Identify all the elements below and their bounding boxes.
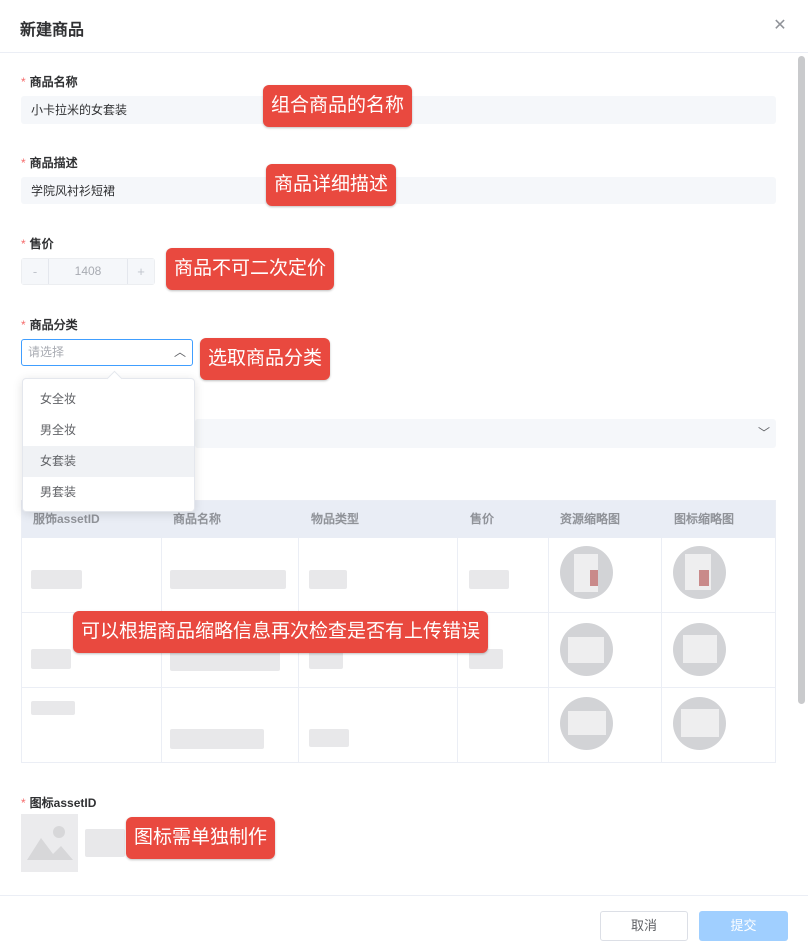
category-placeholder: 请选择: [28, 345, 65, 359]
blurred-cell: [31, 701, 75, 715]
blurred-cell: [170, 570, 286, 589]
dialog-header: 新建商品 ✕: [0, 0, 808, 53]
column-header: 物品类型: [311, 512, 360, 526]
resource-thumbnail: [560, 546, 613, 599]
price-label: * 售价: [21, 235, 54, 252]
icon-thumbnail: [673, 546, 726, 599]
dropdown-option[interactable]: 女套装: [23, 446, 194, 477]
icon-asset-input[interactable]: [85, 829, 125, 857]
decrement-button[interactable]: -: [22, 259, 49, 284]
blurred-cell: [469, 570, 509, 589]
required-mark: *: [21, 75, 26, 89]
dialog-title: 新建商品: [20, 22, 85, 39]
price-label-text: 售价: [29, 237, 54, 251]
required-mark: *: [21, 237, 26, 251]
category-select[interactable]: 请选择 ︿: [21, 339, 193, 366]
category-label-text: 商品分类: [29, 318, 78, 332]
callout-category: 选取商品分类: [200, 338, 331, 380]
callout-name: 组合商品的名称: [263, 85, 413, 127]
callout-description: 商品详细描述: [266, 164, 397, 206]
column-divider: [661, 538, 662, 762]
description-input[interactable]: 学院风衬衫短裙: [21, 177, 776, 204]
cancel-button[interactable]: 取消: [600, 911, 688, 941]
submit-button[interactable]: 提交: [699, 911, 788, 941]
chevron-up-icon: ︿: [173, 345, 186, 359]
chevron-down-icon: ﹀: [757, 426, 770, 440]
secondary-select[interactable]: ﹀: [195, 419, 776, 448]
callout-table: 可以根据商品缩略信息再次检查是否有上传错误: [73, 611, 489, 653]
close-icon[interactable]: ✕: [770, 16, 790, 36]
name-label: * 商品名称: [21, 73, 78, 90]
column-header: 资源缩略图: [560, 512, 621, 526]
category-dropdown: 女全妆 男全妆 女套装 男套装: [22, 370, 195, 512]
description-label: * 商品描述: [21, 154, 78, 171]
increment-button[interactable]: +: [127, 259, 154, 284]
description-label-text: 商品描述: [29, 156, 78, 170]
callout-icon: 图标需单独制作: [126, 817, 276, 859]
blurred-cell: [31, 649, 71, 669]
price-stepper[interactable]: - 1408 +: [21, 258, 155, 285]
required-mark: *: [21, 796, 26, 810]
blurred-cell: [31, 570, 82, 589]
icon-asset-label-text: 图标assetID: [29, 796, 97, 810]
required-mark: *: [21, 156, 26, 170]
price-value[interactable]: 1408: [48, 259, 128, 284]
column-header: 图标缩略图: [674, 512, 735, 526]
name-label-text: 商品名称: [29, 75, 78, 89]
icon-asset-label: * 图标assetID: [21, 794, 96, 811]
image-placeholder-icon[interactable]: [21, 814, 78, 872]
row-divider: [22, 687, 775, 688]
blurred-cell: [309, 729, 349, 747]
dropdown-option[interactable]: 男全妆: [23, 415, 194, 446]
resource-thumbnail: [560, 697, 613, 750]
callout-price: 商品不可二次定价: [166, 248, 335, 290]
dropdown-option[interactable]: 女全妆: [23, 384, 194, 415]
column-header: 售价: [470, 512, 495, 526]
resource-thumbnail: [560, 623, 613, 676]
required-mark: *: [21, 318, 26, 332]
vertical-scrollbar[interactable]: [798, 56, 805, 704]
dropdown-option[interactable]: 男套装: [23, 477, 194, 508]
blurred-cell: [309, 570, 347, 589]
category-label: * 商品分类: [21, 316, 78, 333]
column-divider: [548, 538, 549, 762]
icon-thumbnail: [673, 697, 726, 750]
blurred-cell: [170, 729, 264, 749]
icon-thumbnail: [673, 623, 726, 676]
